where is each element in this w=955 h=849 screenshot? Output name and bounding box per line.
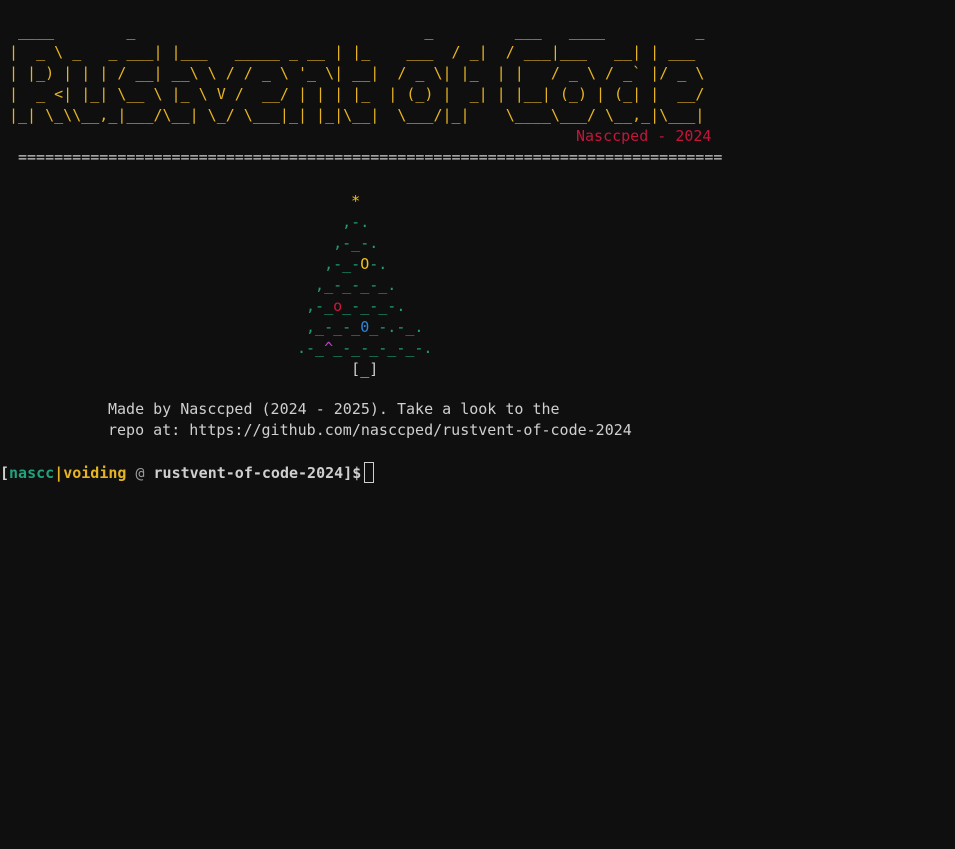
prompt-host: voiding xyxy=(63,464,127,482)
banner-line: | |_) | | | / __| __\ \ / / _ \ '_ \| __… xyxy=(9,64,705,82)
tree-branch: .-_ xyxy=(297,339,325,357)
tree-row: ,-_-. xyxy=(297,234,378,252)
tree-ornament: ^ xyxy=(324,339,334,357)
tree-branch: _-.-_. xyxy=(369,318,424,336)
tree-row: ,-_-O-. xyxy=(297,255,387,273)
credit-line-2: repo at: https://github.com/nasccped/rus… xyxy=(108,421,632,439)
prompt-directory: rustvent-of-code-2024 xyxy=(153,464,344,482)
prompt-dollar: ]$ xyxy=(343,464,362,482)
shell-prompt[interactable]: [nascc|voiding @ rustvent-of-code-2024]$ xyxy=(0,462,375,484)
prompt-open-bracket: [ xyxy=(0,464,10,482)
banner-divider: ========================================… xyxy=(18,148,723,166)
tree-ornament: 0 xyxy=(360,318,370,336)
tree-branch: ,-_- xyxy=(297,255,361,273)
tree-row: ,-. xyxy=(297,213,369,231)
credit-line-1: Made by Nasccped (2024 - 2025). Take a l… xyxy=(108,400,560,418)
tree-branch: ,-. xyxy=(297,213,370,231)
tree-row: ,_-_-_0_-.-_. xyxy=(297,318,423,336)
terminal-window[interactable]: ____ _ _ ___ ____ _ | _ \ _ _ ___| |___ … xyxy=(0,0,955,849)
tree-branch: ,_-_-_-_. xyxy=(297,276,397,294)
tree-ornament: O xyxy=(360,255,370,273)
prompt-user: nascc xyxy=(9,464,55,482)
banner-line: | _ <| |_| \__ \ |_ \ V / __/ | | | |_ |… xyxy=(9,85,705,103)
ascii-banner: ____ _ _ ___ ____ _ | _ \ _ _ ___| |___ … xyxy=(9,21,704,126)
banner-author: Nasccped - 2024 xyxy=(576,127,712,145)
tree-row: ,-_o_-_-_-. xyxy=(297,297,405,315)
prompt-at-symbol: @ xyxy=(135,464,145,482)
tree-branch: _-_-_-_-_-. xyxy=(333,339,433,357)
banner-line: |_| \_\\__,_|___/\__| \_/ \___|_| |_|\__… xyxy=(9,106,705,124)
tree-branch: ,_-_-_ xyxy=(297,318,361,336)
tree-row: .-_^_-_-_-_-_-. xyxy=(297,339,432,357)
credit-text: Made by Nasccped (2024 - 2025). Take a l… xyxy=(108,399,632,441)
tree-star: * xyxy=(297,192,361,210)
christmas-tree-art: * ,-. ,-_-. ,-_-O-. ,_-_-_-_. ,-_o_-_-_-… xyxy=(297,191,432,380)
tree-branch: ,-_ xyxy=(297,297,334,315)
prompt-separator: | xyxy=(54,464,64,482)
tree-branch: -. xyxy=(369,255,388,273)
banner-line: | _ \ _ _ ___| |___ _____ _ __ | |_ ___ … xyxy=(9,43,696,61)
tree-row: ,_-_-_-_. xyxy=(297,276,396,294)
tree-branch: _-_-_-. xyxy=(342,297,406,315)
text-cursor[interactable] xyxy=(364,462,375,483)
banner-line: ____ _ _ ___ ____ _ xyxy=(9,22,705,40)
tree-ornament: o xyxy=(333,297,343,315)
tree-trunk: [_] xyxy=(297,360,379,378)
tree-branch: ,-_-. xyxy=(297,234,379,252)
